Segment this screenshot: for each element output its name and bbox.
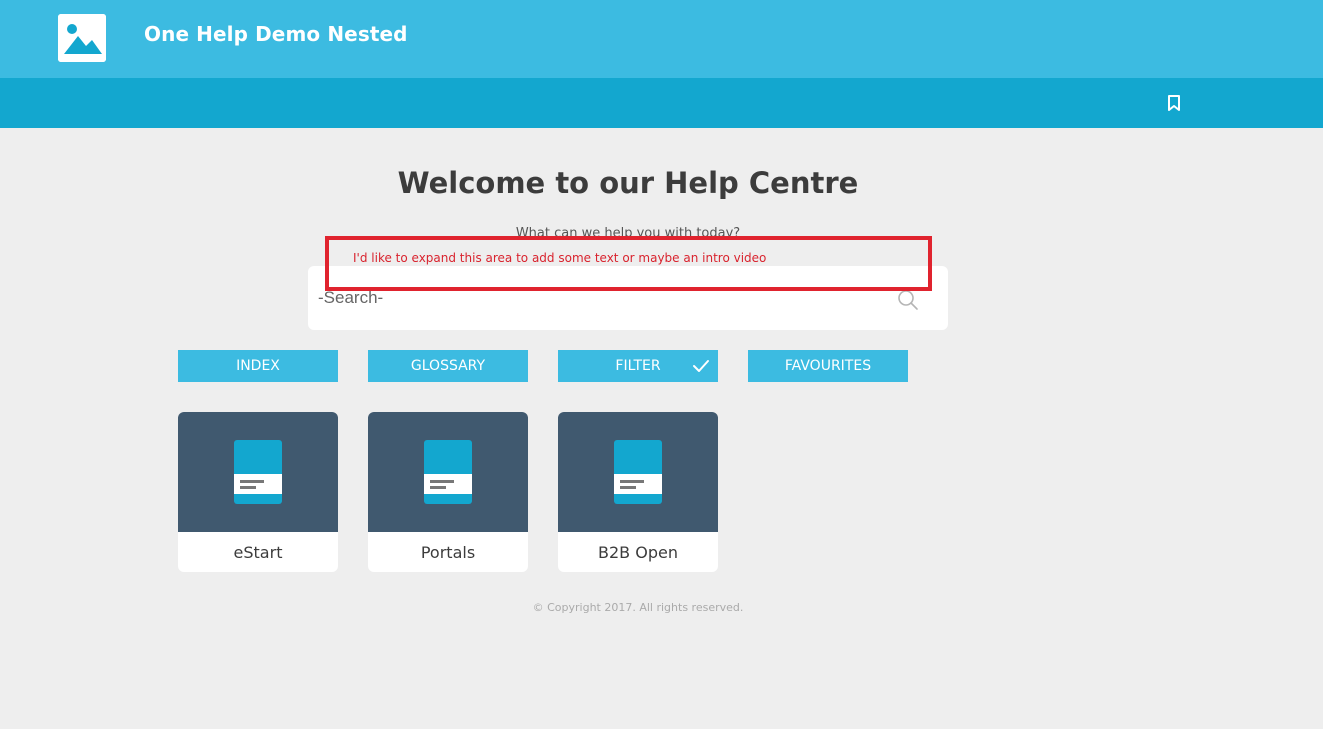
filter-button[interactable]: FILTER [558, 350, 718, 382]
card-thumbnail [178, 412, 338, 532]
card-portals[interactable]: Portals [368, 412, 528, 572]
card-label: B2B Open [598, 542, 678, 562]
nav-bar [0, 78, 1323, 128]
card-estart[interactable]: eStart [178, 412, 338, 572]
page-title: Welcome to our Help Centre [397, 166, 859, 200]
document-icon [614, 440, 662, 504]
annotation-note: I'd like to expand this area to add some… [353, 251, 767, 265]
favourites-button[interactable]: FAVOURITES [748, 350, 908, 382]
document-icon [234, 440, 282, 504]
copyright-text: © Copyright 2017. All rights reserved. [532, 601, 744, 614]
index-button[interactable]: INDEX [178, 350, 338, 382]
card-thumbnail [558, 412, 718, 532]
glossary-button-label: GLOSSARY [410, 358, 486, 374]
search-icon[interactable] [896, 288, 920, 312]
card-label: Portals [420, 542, 476, 562]
glossary-button[interactable]: GLOSSARY [368, 350, 528, 382]
checkmark-icon [692, 359, 710, 377]
bookmark-icon[interactable] [1163, 92, 1185, 114]
card-label: eStart [233, 542, 283, 562]
card-thumbnail [368, 412, 528, 532]
filter-button-label: FILTER [615, 358, 661, 374]
favourites-button-label: FAVOURITES [784, 358, 872, 374]
index-button-label: INDEX [236, 358, 280, 374]
top-header: One Help Demo Nested [0, 0, 1323, 78]
logo-image-icon[interactable] [58, 14, 106, 62]
app-title[interactable]: One Help Demo Nested [144, 22, 408, 46]
document-icon [424, 440, 472, 504]
card-b2b-open[interactable]: B2B Open [558, 412, 718, 572]
